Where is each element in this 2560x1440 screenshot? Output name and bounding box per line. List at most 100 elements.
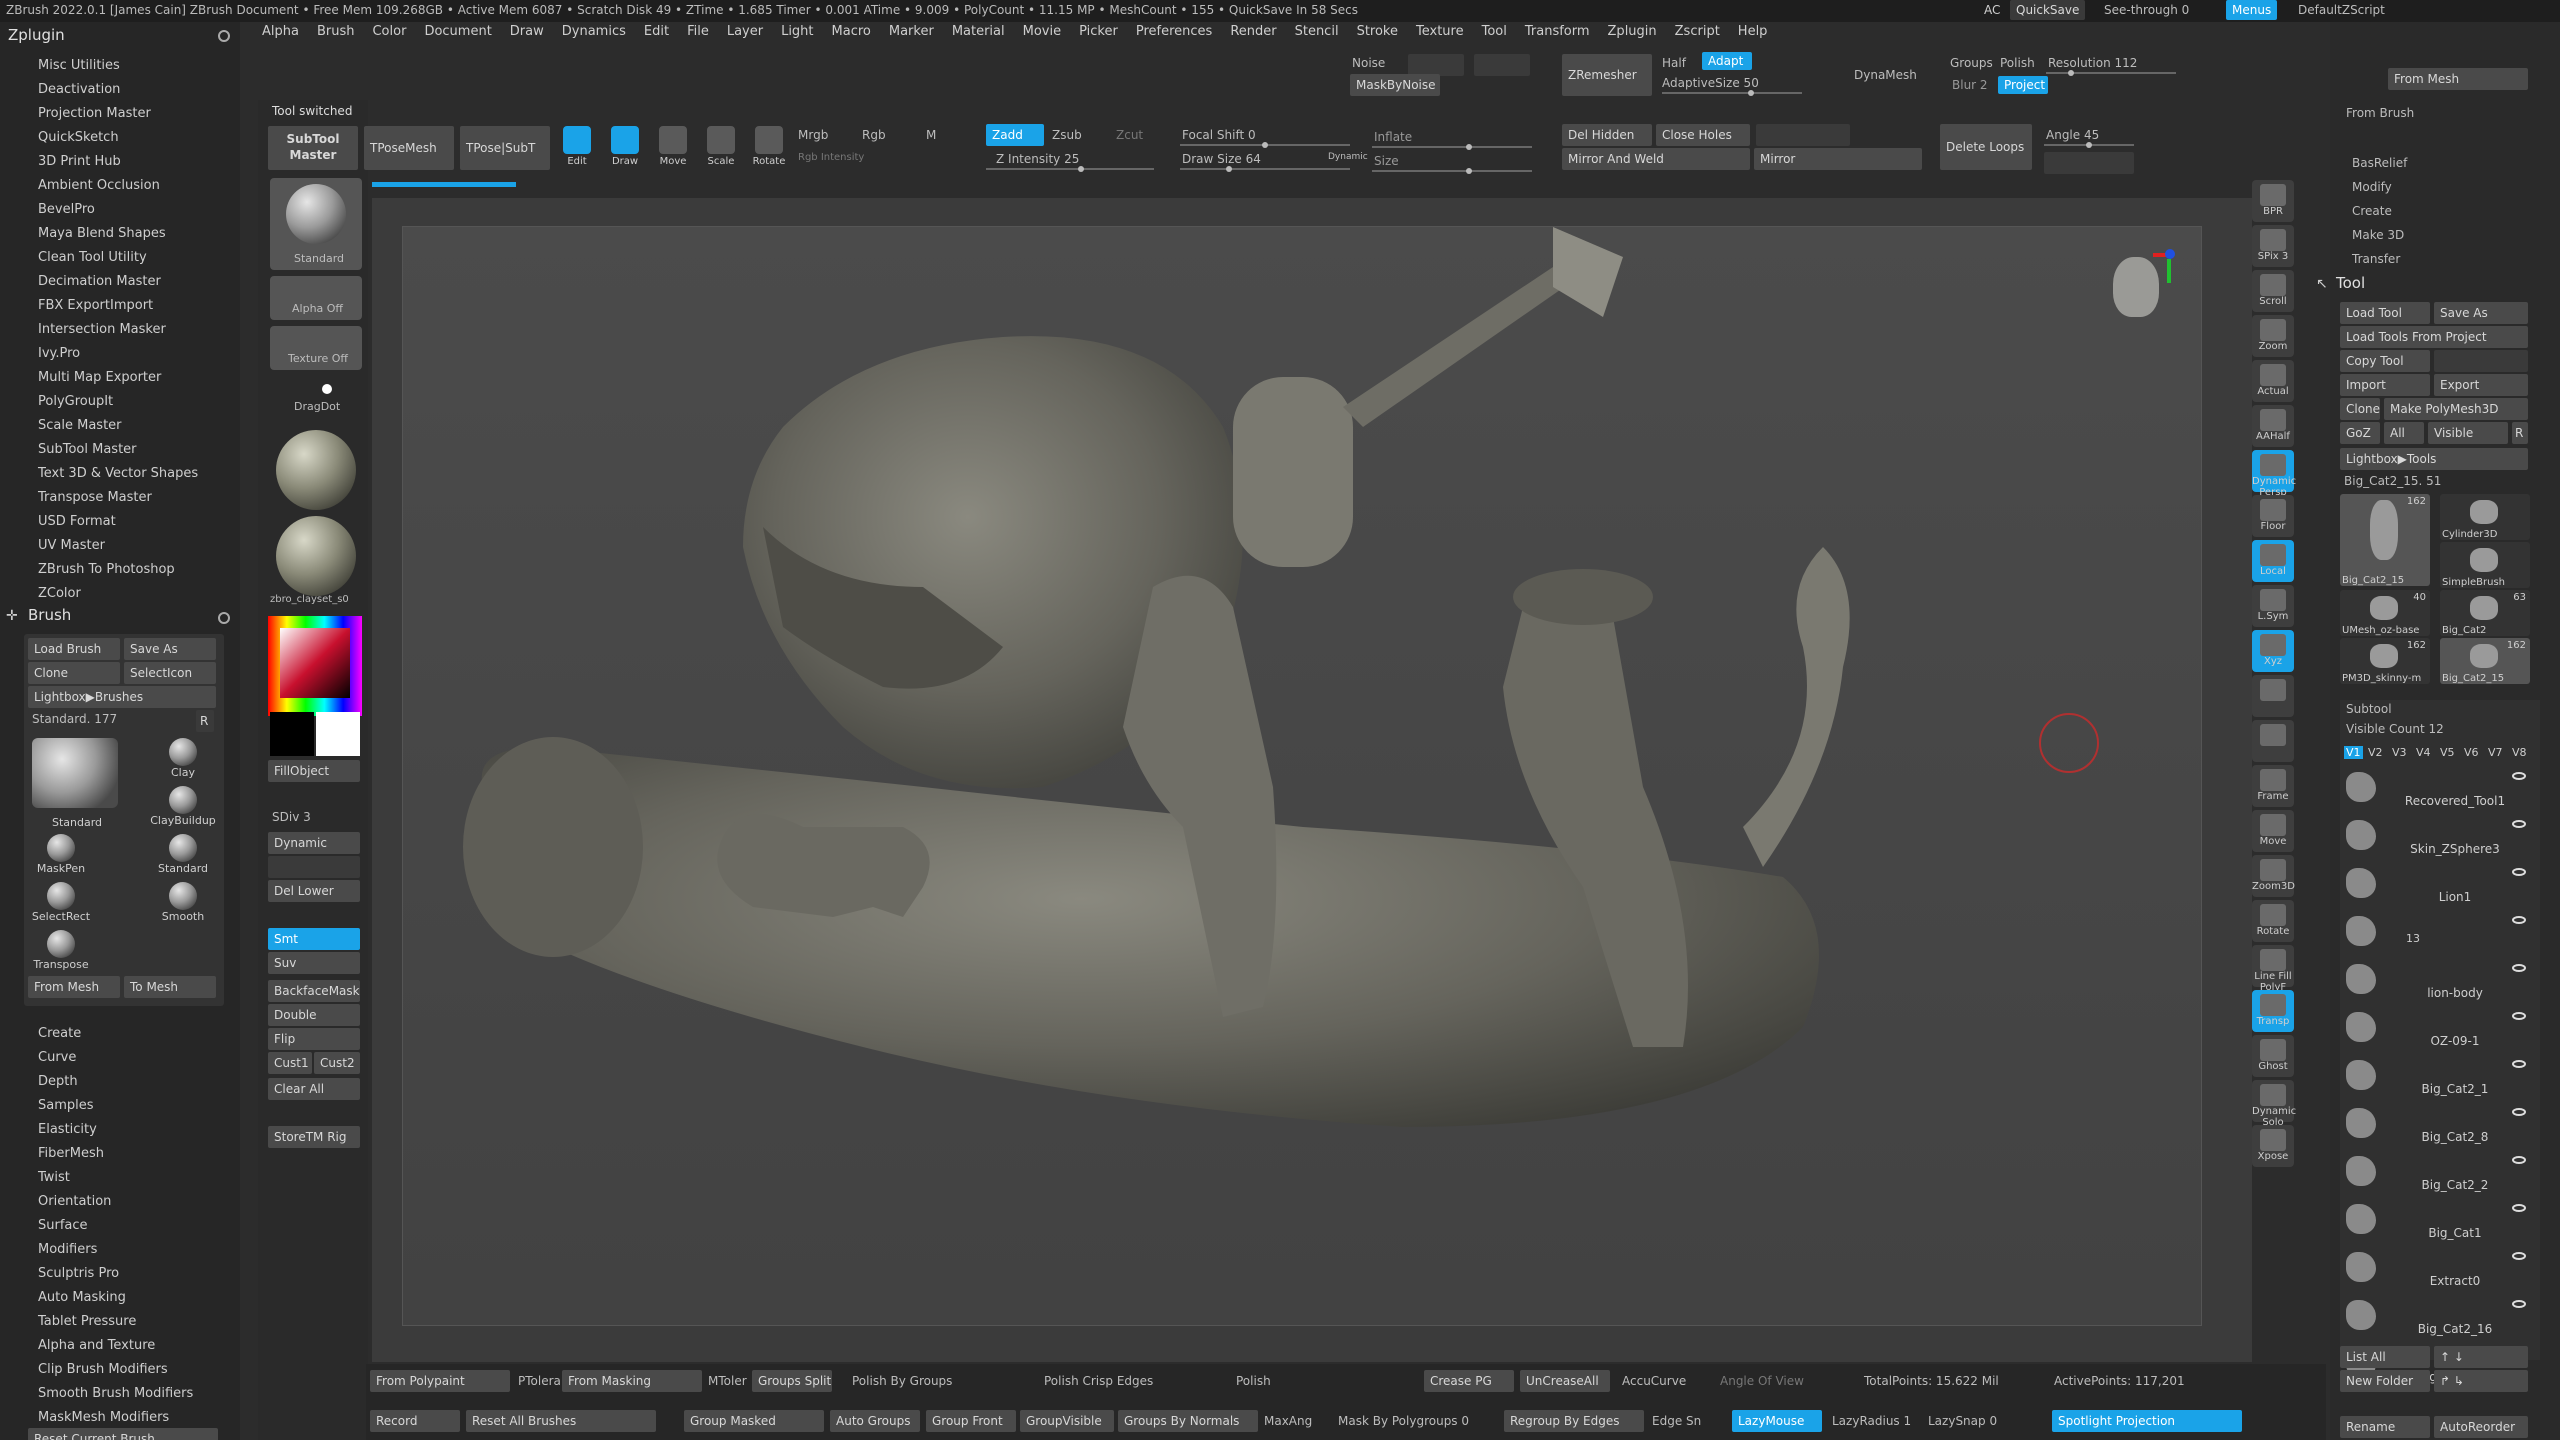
rtool-rotate[interactable]: Rotate (2252, 900, 2294, 942)
eye-icon[interactable] (2512, 1156, 2526, 1164)
menus-button[interactable]: Menus (2226, 0, 2278, 20)
subtool-row[interactable]: Big_Cat1 (2340, 1198, 2530, 1246)
load-brush-button[interactable]: Load Brush (28, 638, 120, 660)
menu-light[interactable]: Light (781, 24, 813, 39)
alpha-thumb[interactable]: Alpha Off (270, 276, 362, 320)
noise-del-button[interactable] (1474, 54, 1530, 76)
create-menu[interactable]: Create (2352, 204, 2392, 218)
lazyradius-slider[interactable]: LazyRadius 1 (1832, 1414, 1911, 1428)
edge-loop-button[interactable] (2044, 152, 2134, 174)
plugin-item[interactable]: Multi Map Exporter (0, 366, 240, 390)
paste-tool-button[interactable] (2434, 350, 2528, 372)
sdiv-slider[interactable]: SDiv 3 (272, 810, 311, 824)
tool-thumb[interactable]: Cylinder3D (2440, 494, 2530, 540)
delete-loops-button[interactable]: Delete Loops (1940, 124, 2032, 170)
brush-item[interactable]: Smooth (150, 882, 216, 930)
all-button[interactable]: All (2384, 422, 2424, 444)
store-tm-rig-button[interactable]: StoreTM Rig (268, 1126, 360, 1148)
version-tab[interactable]: V1 (2344, 746, 2363, 759)
tpose-subt-button[interactable]: TPose|SubT (460, 126, 550, 170)
eye-icon[interactable] (2512, 1300, 2526, 1308)
adaptive-size-track[interactable] (1662, 90, 1802, 96)
subtool-title[interactable]: Subtool (2346, 702, 2392, 716)
dynamesh-button[interactable]: DynaMesh (1854, 68, 1917, 82)
tool-title[interactable]: Tool (2336, 274, 2365, 292)
import-button[interactable]: Import (2340, 374, 2430, 396)
close-holes-button[interactable]: Close Holes (1656, 124, 1750, 146)
version-tab[interactable]: V6 (2464, 746, 2479, 759)
group-masked-button[interactable]: Group Masked (684, 1410, 824, 1432)
lazymouse-button[interactable]: LazyMouse (1732, 1410, 1822, 1432)
rtool-transp[interactable]: Transp (2252, 990, 2294, 1032)
goz-button[interactable]: GoZ (2340, 422, 2380, 444)
rtool-l-sym[interactable]: L.Sym (2252, 585, 2294, 627)
brush-item[interactable]: Transpose (28, 930, 94, 978)
menu-render[interactable]: Render (1230, 24, 1276, 39)
eye-icon[interactable] (2512, 868, 2526, 876)
subtool-row[interactable]: lion-body (2340, 958, 2530, 1006)
brush-item[interactable]: Clay (150, 738, 216, 786)
menu-stroke[interactable]: Stroke (1357, 24, 1398, 39)
menu-color[interactable]: Color (372, 24, 406, 39)
tool-thumb[interactable]: 40 UMesh_oz-base (2340, 590, 2430, 636)
inflate-track[interactable] (1372, 144, 1532, 150)
menu-transform[interactable]: Transform (1525, 24, 1590, 39)
plugin-item[interactable]: PolyGroupIt (0, 390, 240, 414)
ac-label[interactable]: AC (1984, 3, 2000, 17)
refresh-icon[interactable] (218, 30, 230, 42)
m-button[interactable]: M (926, 128, 936, 142)
menu-zscript[interactable]: Zscript (1675, 24, 1720, 39)
menu-zplugin[interactable]: Zplugin (1608, 24, 1657, 39)
draw-button[interactable]: Draw (604, 124, 646, 170)
brush-subpalette[interactable]: Alpha and Texture (0, 1334, 240, 1358)
flip-button[interactable]: Flip (268, 1028, 360, 1050)
brush-subpalette[interactable]: Depth (0, 1070, 240, 1094)
noise-button[interactable]: Noise (1352, 56, 1385, 70)
new-folder-button[interactable]: New Folder (2340, 1370, 2430, 1392)
plugin-item[interactable]: Transpose Master (0, 486, 240, 510)
tool-thumb[interactable]: 63 Big_Cat2 (2440, 590, 2530, 636)
viewport-canvas[interactable] (402, 226, 2202, 1326)
plugin-item[interactable]: Intersection Masker (0, 318, 240, 342)
subtool-row[interactable]: Big_Cat2_16 (2340, 1294, 2530, 1342)
plugin-item[interactable]: ZBrush To Photoshop (0, 558, 240, 582)
r-tool-button[interactable]: R (2512, 422, 2528, 444)
lightbox-brushes-button[interactable]: Lightbox▶Brushes (28, 686, 216, 708)
plugin-item[interactable]: Ambient Occlusion (0, 174, 240, 198)
rgb-intensity-slider[interactable]: Rgb Intensity (798, 152, 864, 163)
mirror-button[interactable]: Mirror (1754, 148, 1922, 170)
inflate-slider[interactable]: Inflate (1374, 130, 1412, 144)
tool-expand-icon[interactable]: ↖ (2316, 276, 2328, 292)
focal-shift-slider[interactable]: Focal Shift 0 (1182, 128, 1256, 142)
dynamic-toggle[interactable]: Dynamic (1328, 152, 1368, 162)
groups-split-button[interactable]: Groups Split (752, 1370, 832, 1392)
refresh-icon[interactable] (218, 612, 230, 624)
cust2-button[interactable]: Cust2 (314, 1052, 360, 1074)
backface-mask-button[interactable]: BackfaceMask (268, 980, 360, 1002)
group-visible-button[interactable]: GroupVisible (1020, 1410, 1114, 1432)
plugin-item[interactable]: Deactivation (0, 78, 240, 102)
from-brush-button[interactable]: From Brush (2346, 106, 2414, 120)
reset-all-brushes-button[interactable]: Reset All Brushes (466, 1410, 656, 1432)
fill-object-button[interactable]: FillObject (268, 760, 360, 782)
zsub-button[interactable]: Zsub (1052, 128, 1082, 142)
move-button[interactable]: Move (652, 124, 694, 170)
subtool-row[interactable]: Big_Cat2_8 (2340, 1102, 2530, 1150)
brush-subpalette[interactable]: Modifiers (0, 1238, 240, 1262)
menu-texture[interactable]: Texture (1416, 24, 1464, 39)
seethrough-slider[interactable]: See-through 0 (2104, 3, 2189, 17)
blur-slider[interactable]: Blur 2 (1952, 78, 1988, 92)
groups-button[interactable]: Groups (1950, 56, 1993, 70)
menu-brush[interactable]: Brush (317, 24, 355, 39)
menu-draw[interactable]: Draw (510, 24, 544, 39)
rtool-zoom3d[interactable]: Zoom3D (2252, 855, 2295, 897)
maxang-slider[interactable]: MaxAng (1264, 1414, 1312, 1428)
z-intensity-track[interactable] (986, 166, 1154, 172)
version-tab[interactable]: V8 (2512, 746, 2527, 759)
orientation-head-widget[interactable] (2103, 247, 2175, 357)
rtool-dynamic-solo[interactable]: Dynamic Solo (2252, 1080, 2296, 1128)
rtool-spacer[interactable] (2252, 720, 2294, 762)
cust1-button[interactable]: Cust1 (268, 1052, 312, 1074)
zadd-button[interactable]: Zadd (986, 124, 1044, 146)
spotlight-projection-button[interactable]: Spotlight Projection (2052, 1410, 2242, 1432)
